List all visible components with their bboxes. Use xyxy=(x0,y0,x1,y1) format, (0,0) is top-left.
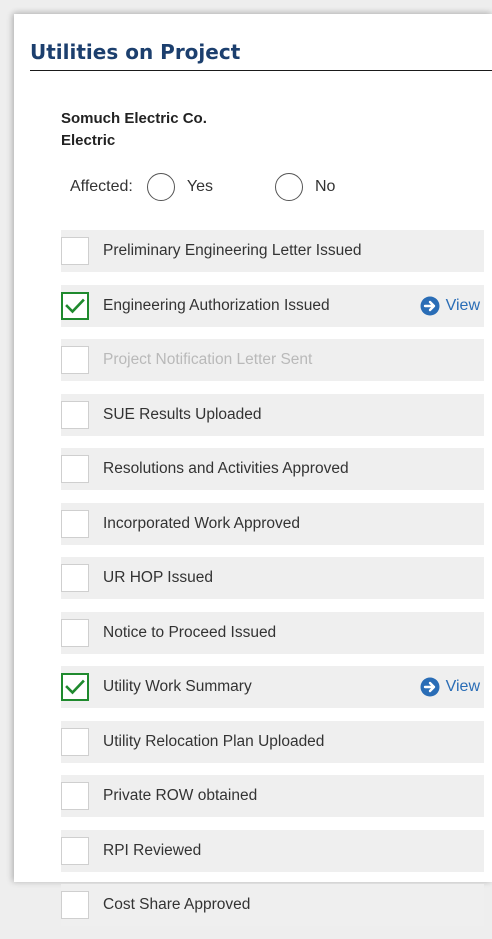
milestone-checkbox[interactable] xyxy=(61,564,89,592)
checkmark-icon xyxy=(65,679,85,695)
milestone-checkbox[interactable] xyxy=(61,400,89,429)
milestone-checkbox[interactable] xyxy=(61,237,89,265)
milestone-row: Project Notification Letter Sent xyxy=(61,339,484,381)
arrow-circle-right-icon xyxy=(420,296,440,315)
milestone-label: Preliminary Engineering Letter Issued xyxy=(103,242,362,259)
milestone-row: Cost Share Approved xyxy=(61,884,484,926)
checkmark-icon xyxy=(65,298,85,313)
milestone-label: Incorporated Work Approved xyxy=(103,514,301,532)
milestone-row: Resolutions and Activities Approved xyxy=(61,448,484,490)
affected-label: Affected: xyxy=(70,178,133,195)
milestone-label: SUE Results Uploaded xyxy=(103,405,262,423)
milestone-checkbox[interactable] xyxy=(61,509,89,538)
view-link[interactable]: View xyxy=(420,666,480,708)
milestone-label: Private ROW obtained xyxy=(103,787,258,804)
milestone-row: Preliminary Engineering Letter Issued xyxy=(61,230,484,272)
affected-no-radio[interactable] xyxy=(274,173,303,201)
milestone-checkbox[interactable] xyxy=(61,891,89,919)
title-divider xyxy=(30,70,492,71)
milestone-checkbox xyxy=(61,346,89,374)
arrow-circle-right-icon xyxy=(420,677,440,697)
milestone-row: Utility Relocation Plan Uploaded xyxy=(61,720,484,763)
milestone-label: Cost Share Approved xyxy=(103,896,251,913)
milestone-label: Utility Work Summary xyxy=(103,678,252,695)
milestone-row: UR HOP Issued xyxy=(61,557,484,599)
affected-no-label[interactable]: No xyxy=(315,178,335,196)
milestone-label: RPI Reviewed xyxy=(103,841,202,859)
utility-company-block: Somuch Electric Co. Electric xyxy=(61,108,207,152)
milestone-row: Engineering Authorization Issued View xyxy=(61,284,484,327)
milestone-list: Preliminary Engineering Letter Issued Eng… xyxy=(61,230,484,939)
milestone-label: Resolutions and Activities Approved xyxy=(103,460,349,477)
milestone-checkbox[interactable] xyxy=(61,618,89,647)
milestone-row: SUE Results Uploaded xyxy=(61,393,484,436)
company-name: Somuch Electric Co. xyxy=(61,110,207,127)
milestone-checkbox[interactable] xyxy=(61,291,89,320)
view-link-label[interactable]: View xyxy=(446,297,480,315)
affected-yes-radio[interactable] xyxy=(146,173,175,201)
milestone-row: Notice to Proceed Issued xyxy=(61,611,484,654)
milestone-checkbox[interactable] xyxy=(61,673,89,701)
utilities-panel: Utilities on Project Somuch Electric Co.… xyxy=(14,14,492,926)
affected-yes-label[interactable]: Yes xyxy=(187,178,213,196)
milestone-checkbox[interactable] xyxy=(61,782,89,810)
milestone-label: Notice to Proceed Issued xyxy=(103,623,277,641)
utility-type: Electric xyxy=(61,132,116,149)
milestone-label: UR HOP Issued xyxy=(103,569,213,586)
view-link-label[interactable]: View xyxy=(446,678,480,696)
milestone-row: Incorporated Work Approved xyxy=(61,502,484,545)
milestone-label: Utility Relocation Plan Uploaded xyxy=(103,732,325,750)
milestone-label: Engineering Authorization Issued xyxy=(103,296,330,314)
milestone-row: RPI Reviewed xyxy=(61,829,484,872)
page-title: Utilities on Project xyxy=(30,40,241,64)
milestone-row: Utility Work Summary View xyxy=(61,666,484,708)
affected-radio-group: Affected: Yes No xyxy=(70,172,335,202)
milestone-row: Private ROW obtained xyxy=(61,775,484,817)
milestone-checkbox[interactable] xyxy=(61,836,89,865)
milestone-checkbox[interactable] xyxy=(61,455,89,483)
view-link[interactable]: View xyxy=(420,285,480,327)
milestone-checkbox[interactable] xyxy=(61,727,89,756)
milestone-label: Project Notification Letter Sent xyxy=(103,351,313,368)
